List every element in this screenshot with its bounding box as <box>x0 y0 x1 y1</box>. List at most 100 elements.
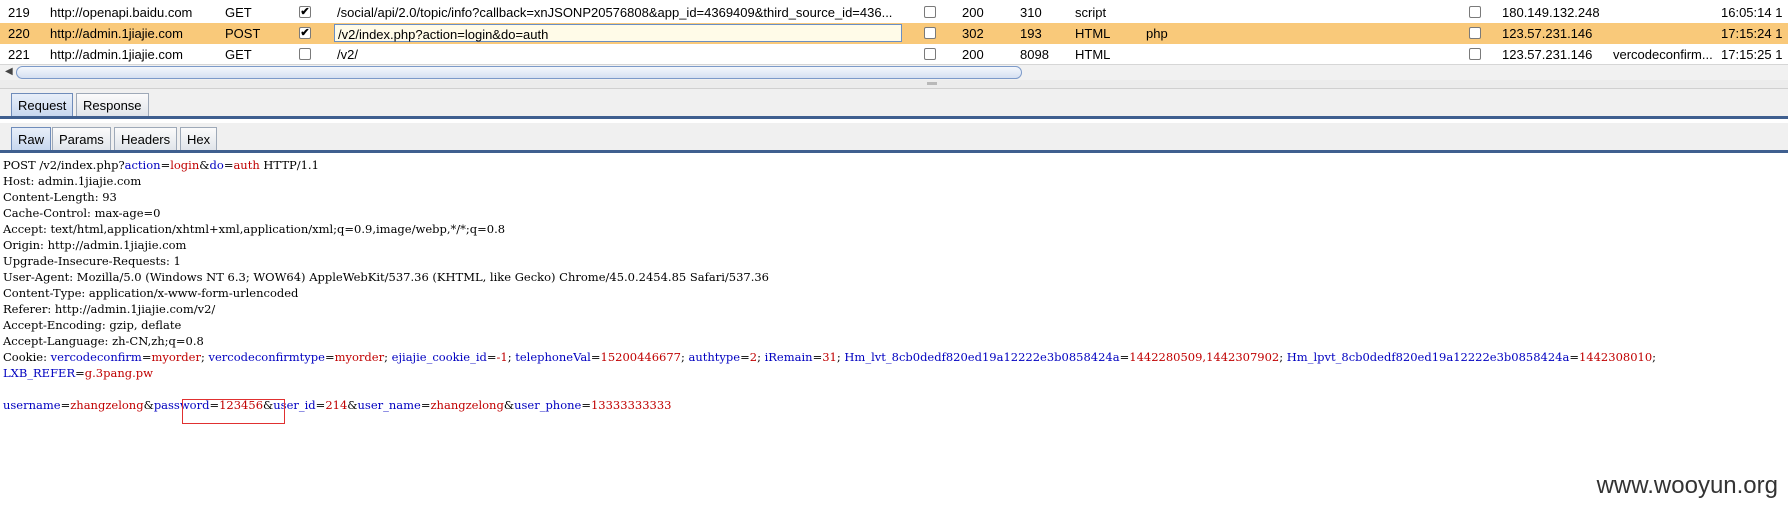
row-host: http://openapi.baidu.com <box>50 5 193 20</box>
header-line: User-Agent: Mozilla/5.0 (Windows NT 6.3;… <box>3 270 769 284</box>
password-highlight-box <box>182 399 285 424</box>
tab-response[interactable]: Response <box>76 93 149 117</box>
row-status: 302 <box>962 26 984 41</box>
row-extension: php <box>1146 26 1168 41</box>
row-number: 219 <box>8 5 30 20</box>
tab-headers[interactable]: Headers <box>114 127 178 151</box>
scroll-left-icon[interactable]: ◀ <box>5 66 13 77</box>
proxy-history-table: 219 http://openapi.baidu.com GET ✔ /soci… <box>0 0 1788 68</box>
row-host: http://admin.1jiajie.com <box>50 47 183 62</box>
request-line-path: POST /v2/index.php? <box>3 158 125 172</box>
params-checkbox[interactable]: ✔ <box>299 27 311 39</box>
edited-checkbox[interactable] <box>924 48 936 60</box>
query-equals: = <box>160 158 171 172</box>
table-row[interactable]: 221 http://admin.1jiajie.com GET /v2/ 20… <box>0 44 1788 65</box>
params-checkbox[interactable] <box>299 48 311 60</box>
params-checkbox[interactable]: ✔ <box>299 6 311 18</box>
query-param-value: login <box>170 158 200 172</box>
body-param-value: 13333333333 <box>590 398 672 412</box>
request-body-line: username=zhangzelong&password=123456&use… <box>3 398 672 412</box>
tab-request[interactable]: Request <box>11 93 74 117</box>
cookie-value: 31 <box>822 350 837 364</box>
scrollbar-thumb[interactable] <box>16 66 1022 79</box>
cookie-name: Hm_lvt_8cb0dedf820ed19a12222e3b0858424a <box>844 350 1120 364</box>
message-tab-strip: Request Response <box>0 89 1788 119</box>
cookie-value: 1442280509,1442307902 <box>1129 350 1280 364</box>
body-param-name: username <box>3 398 61 412</box>
comment-checkbox[interactable] <box>1469 6 1481 18</box>
cookie-name: ejiajie_cookie_id <box>391 350 487 364</box>
query-param-name: do <box>209 158 224 172</box>
tab-params[interactable]: Params <box>52 127 111 151</box>
row-method: POST <box>225 26 261 41</box>
row-status: 200 <box>962 47 984 62</box>
cookie-value: myorder <box>334 350 385 364</box>
cookie-value: 15200446677 <box>600 350 681 364</box>
table-row[interactable]: 219 http://openapi.baidu.com GET ✔ /soci… <box>0 2 1788 23</box>
pane-splitter[interactable] <box>0 80 1788 89</box>
watermark: www.wooyun.org <box>1596 472 1778 499</box>
cookie-value: 1442308010 <box>1578 350 1653 364</box>
comment-checkbox[interactable] <box>1469 27 1481 39</box>
row-number: 220 <box>8 26 30 41</box>
row-time: 16:05:14 1 <box>1721 5 1783 20</box>
row-method: GET <box>225 47 252 62</box>
row-length: 8098 <box>1020 47 1049 62</box>
row-length: 193 <box>1020 26 1042 41</box>
cookie-name: vercodeconfirmtype <box>208 350 325 364</box>
tab-hex[interactable]: Hex <box>180 127 218 151</box>
url-edit-field[interactable]: /v2/index.php?action=login&do=auth <box>334 24 902 42</box>
header-line: Referer: http://admin.1jiajie.com/v2/ <box>3 302 216 316</box>
row-mime: HTML <box>1075 47 1111 62</box>
table-row-selected[interactable]: 220 http://admin.1jiajie.com POST ✔ /v2/… <box>0 23 1788 44</box>
request-protocol: HTTP/1.1 <box>259 158 319 172</box>
row-cookies: vercodeconfirm... <box>1613 47 1713 62</box>
row-mime: script <box>1075 5 1107 20</box>
tab-raw[interactable]: Raw <box>11 127 52 151</box>
header-line: Host: admin.1jiajie.com <box>3 174 142 188</box>
row-number: 221 <box>8 47 30 62</box>
row-method: GET <box>225 5 252 20</box>
cookie-label: Cookie: <box>3 350 51 364</box>
cookie-name: Hm_lpvt_8cb0dedf820ed19a12222e3b0858424a <box>1286 350 1570 364</box>
row-host: http://admin.1jiajie.com <box>50 26 183 41</box>
header-line: Content-Type: application/x-www-form-url… <box>3 286 299 300</box>
query-param-name: action <box>124 158 161 172</box>
header-line: Accept-Language: zh-CN,zh;q=0.8 <box>3 334 204 348</box>
view-tab-strip: Raw Params Headers Hex <box>0 123 1788 153</box>
cookie-value: -1 <box>496 350 508 364</box>
edited-checkbox[interactable] <box>924 27 936 39</box>
body-param-name: user_name <box>357 398 421 412</box>
splitter-grip[interactable] <box>927 82 937 85</box>
row-status: 200 <box>962 5 984 20</box>
row-time: 17:15:25 1 <box>1721 47 1783 62</box>
row-time: 17:15:24 1 <box>1721 26 1783 41</box>
edited-checkbox[interactable] <box>924 6 936 18</box>
row-length: 310 <box>1020 5 1042 20</box>
query-separator: & <box>199 158 210 172</box>
tab-strip-rule <box>0 116 1788 119</box>
request-line: POST /v2/index.php?action=login&do=auth … <box>3 158 319 172</box>
cookie-value: 2 <box>749 350 758 364</box>
cookie-value: myorder <box>151 350 201 364</box>
header-line: Accept-Encoding: gzip, deflate <box>3 318 182 332</box>
body-param-value: 214 <box>325 398 348 412</box>
row-ip: 180.149.132.248 <box>1502 5 1600 20</box>
row-url: /social/api/2.0/topic/info?callback=xnJS… <box>337 5 893 20</box>
query-param-value: auth <box>233 158 260 172</box>
row-ip: 123.57.231.146 <box>1502 47 1593 62</box>
header-line: Origin: http://admin.1jiajie.com <box>3 238 187 252</box>
header-line: Content-Length: 93 <box>3 190 117 204</box>
row-url: /v2/ <box>337 47 358 62</box>
cookie-name: telephoneVal <box>515 350 591 364</box>
horizontal-scrollbar[interactable]: ◀ <box>0 64 1788 81</box>
cookie-wrap-line: LXB_REFER=g.3pang.pw <box>3 366 153 380</box>
cookie-name: authtype <box>688 350 741 364</box>
cookie-value: g.3pang.pw <box>84 366 153 380</box>
comment-checkbox[interactable] <box>1469 48 1481 60</box>
body-param-name: user_phone <box>514 398 582 412</box>
tab-strip-rule <box>0 150 1788 153</box>
header-line: Cache-Control: max-age=0 <box>3 206 161 220</box>
header-line: Upgrade-Insecure-Requests: 1 <box>3 254 181 268</box>
body-param-value: zhangzelong <box>430 398 504 412</box>
